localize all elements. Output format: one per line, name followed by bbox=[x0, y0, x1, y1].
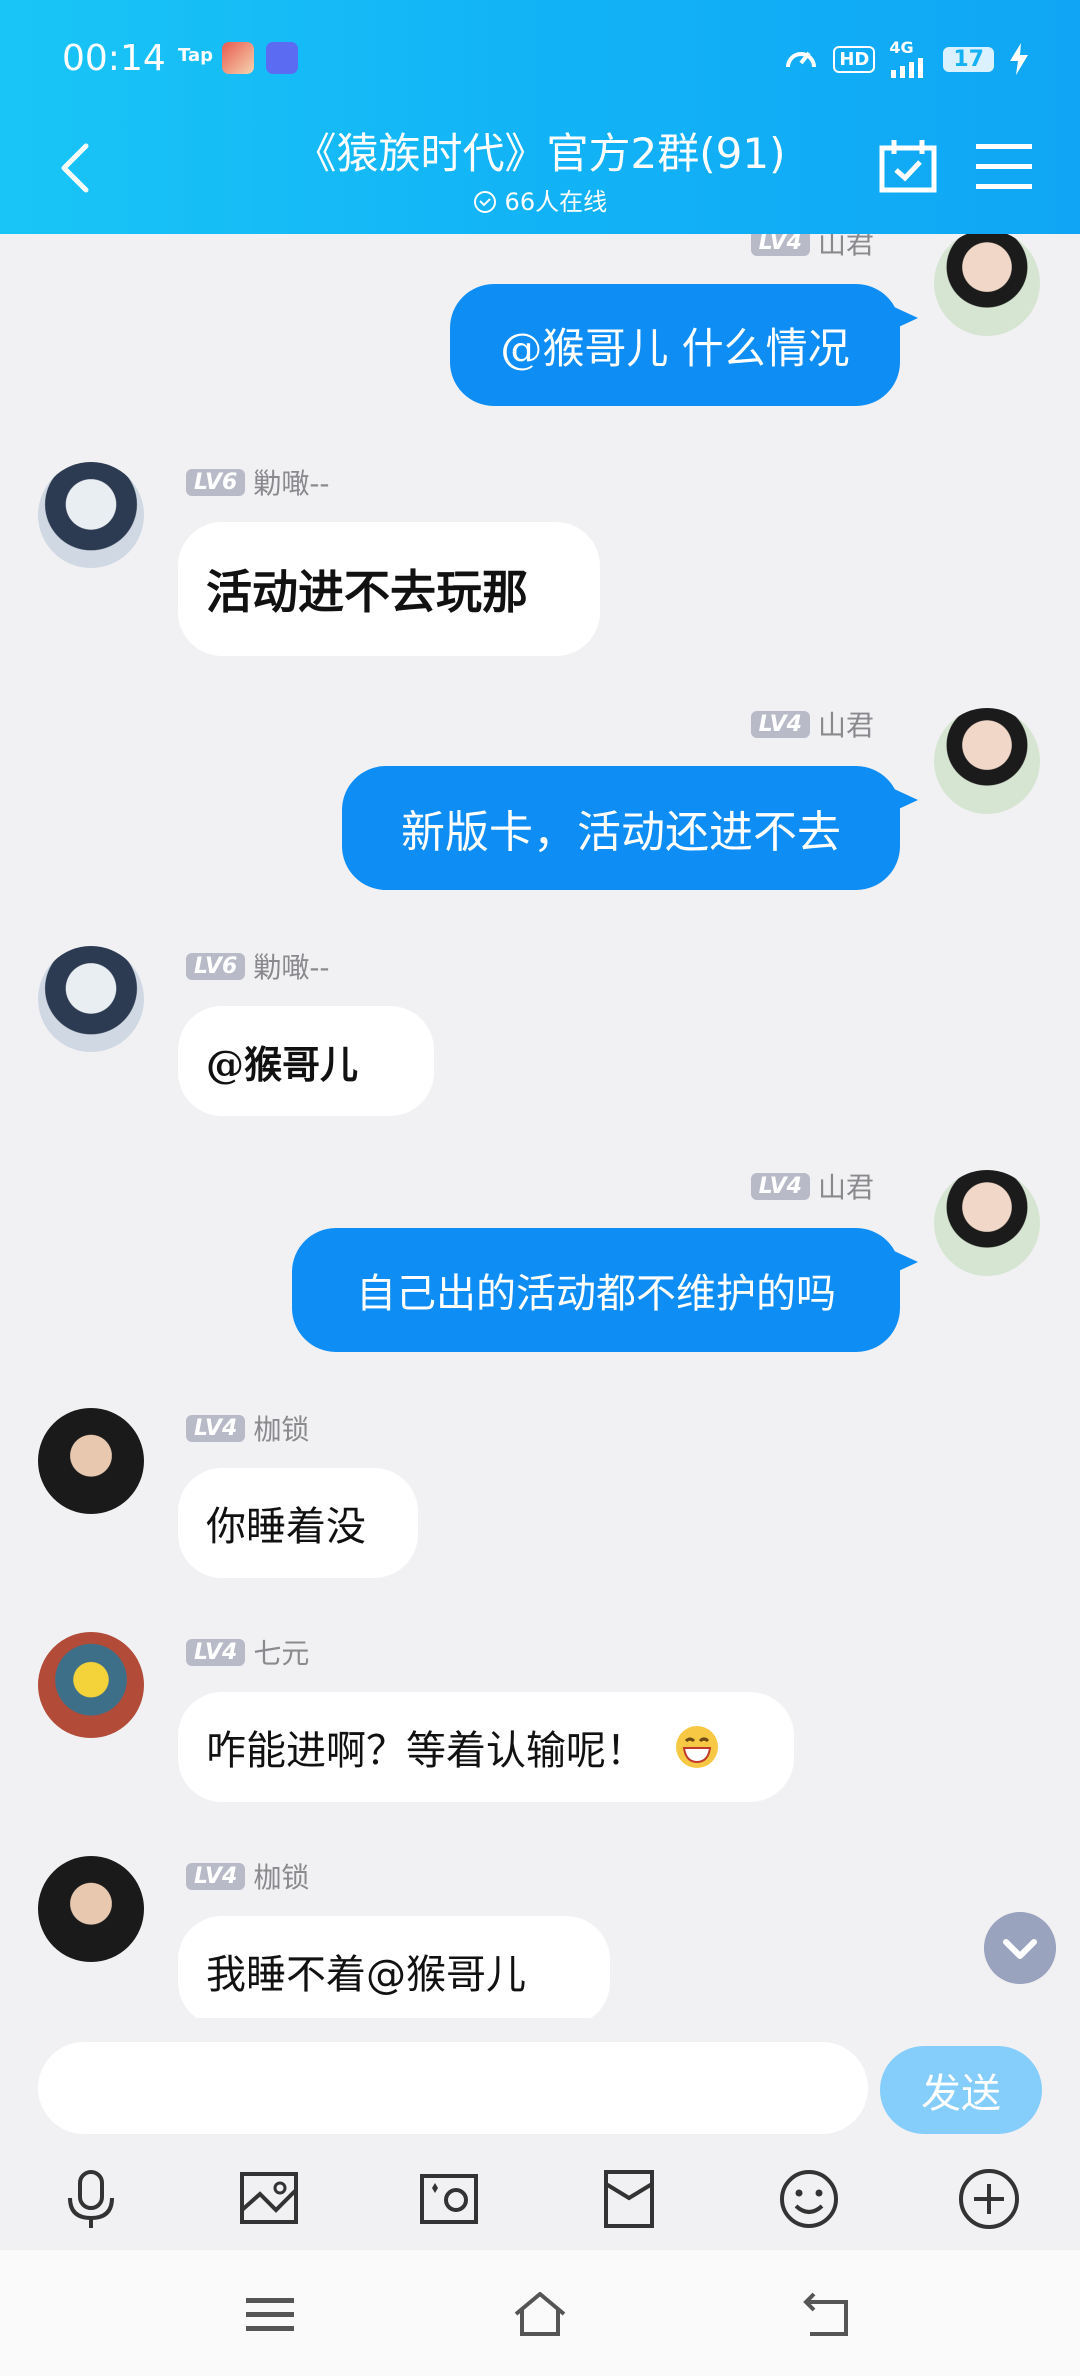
sender-name: 枷锁 bbox=[253, 1861, 310, 1894]
message-list[interactable]: LV4 山君 @猴哥儿 什么情况 LV6 勦噉-- 活动进不去玩那 LV4 山君… bbox=[0, 234, 1080, 2018]
avatar[interactable] bbox=[934, 234, 1040, 336]
message-bubble[interactable]: @猴哥儿 bbox=[178, 1006, 434, 1116]
sender-name: 山君 bbox=[817, 234, 874, 260]
avatar[interactable] bbox=[38, 462, 144, 568]
level-badge: LV6 bbox=[186, 468, 246, 496]
avatar[interactable] bbox=[38, 946, 144, 1052]
network-type: 4G bbox=[889, 38, 914, 57]
back-icon[interactable] bbox=[796, 2290, 856, 2340]
level-badge: LV4 bbox=[186, 1862, 246, 1890]
message-bubble[interactable]: 你睡着没 bbox=[178, 1468, 418, 1578]
sender-meta: LV4 山君 bbox=[750, 1166, 874, 1206]
camera-icon[interactable] bbox=[416, 2166, 482, 2232]
calendar-check-icon[interactable] bbox=[878, 138, 938, 194]
message-bubble[interactable]: 新版卡，活动还进不去 bbox=[342, 766, 918, 890]
message-bubble[interactable]: 咋能进啊？等着认输呢！ bbox=[178, 1692, 794, 1802]
avatar[interactable] bbox=[934, 1170, 1040, 1276]
image-icon[interactable] bbox=[236, 2166, 302, 2232]
message-bubble[interactable]: @猴哥儿 什么情况 bbox=[450, 284, 918, 406]
level-badge: LV4 bbox=[186, 1638, 246, 1666]
avatar[interactable] bbox=[38, 1632, 144, 1738]
sender-meta: LV6 勦噉-- bbox=[186, 462, 330, 502]
sender-meta: LV4 枷锁 bbox=[186, 1408, 309, 1448]
hd-badge: HD bbox=[833, 45, 876, 73]
input-toolbar bbox=[0, 2148, 1080, 2248]
sender-name: 勦噉-- bbox=[253, 951, 330, 984]
sender-name: 山君 bbox=[817, 1171, 874, 1204]
menu-icon[interactable] bbox=[976, 142, 1032, 192]
level-badge: LV4 bbox=[750, 234, 810, 256]
avatar[interactable] bbox=[38, 1856, 144, 1962]
level-badge: LV4 bbox=[750, 710, 810, 738]
online-count-label: 66人在线 bbox=[504, 188, 608, 216]
recent-apps-icon[interactable] bbox=[240, 2290, 300, 2340]
sender-meta: LV6 勦噉-- bbox=[186, 946, 330, 986]
home-icon[interactable] bbox=[510, 2290, 570, 2340]
message-bubble[interactable]: 我睡不着@猴哥儿 bbox=[178, 1916, 610, 2018]
level-badge: LV4 bbox=[750, 1172, 810, 1200]
microphone-icon[interactable] bbox=[58, 2166, 124, 2232]
level-badge: LV6 bbox=[186, 952, 246, 980]
sender-meta: LV4 山君 bbox=[750, 234, 874, 262]
system-nav-bar bbox=[0, 2250, 1080, 2376]
avatar[interactable] bbox=[38, 1408, 144, 1514]
message-text: 咋能进啊？等着认输呢！ bbox=[206, 1728, 646, 1774]
sender-meta: LV4 七元 bbox=[186, 1632, 309, 1672]
scroll-down-button[interactable] bbox=[984, 1912, 1056, 1984]
sender-meta: LV4 山君 bbox=[750, 704, 874, 744]
chat-app-notification-icon bbox=[266, 42, 298, 74]
online-check-icon bbox=[473, 191, 496, 213]
taptap-notification-icon: Tap bbox=[178, 45, 213, 66]
status-time: 00:14 bbox=[62, 38, 166, 79]
send-button[interactable]: 发送 bbox=[880, 2046, 1042, 2134]
speed-icon bbox=[786, 51, 817, 68]
chat-header: 00:14 Tap HD 4G 17 《猿族时代》官方2群(91) 66人在线 bbox=[0, 0, 1080, 234]
grin-emoji-icon bbox=[676, 1726, 718, 1768]
emoji-icon[interactable] bbox=[776, 2166, 842, 2232]
sender-meta: LV4 枷锁 bbox=[186, 1856, 309, 1896]
plus-icon[interactable] bbox=[956, 2166, 1022, 2232]
status-bar: 00:14 Tap HD 4G 17 bbox=[0, 0, 1080, 110]
battery-indicator: 17 bbox=[943, 46, 994, 72]
message-input[interactable] bbox=[38, 2042, 868, 2134]
avatar[interactable] bbox=[934, 708, 1040, 814]
sender-name: 勦噉-- bbox=[253, 467, 330, 500]
message-bubble[interactable]: 活动进不去玩那 bbox=[178, 522, 600, 656]
input-bar: 发送 bbox=[0, 2018, 1080, 2148]
game-notification-icon bbox=[222, 42, 254, 74]
sender-name: 山君 bbox=[817, 709, 874, 742]
level-badge: LV4 bbox=[186, 1414, 246, 1442]
charging-icon bbox=[1010, 43, 1028, 75]
red-packet-icon[interactable] bbox=[596, 2166, 662, 2232]
sender-name: 枷锁 bbox=[253, 1413, 310, 1446]
sender-name: 七元 bbox=[253, 1637, 310, 1670]
signal-icon: 4G bbox=[889, 40, 929, 78]
message-bubble[interactable]: 自己出的活动都不维护的吗 bbox=[292, 1228, 918, 1352]
